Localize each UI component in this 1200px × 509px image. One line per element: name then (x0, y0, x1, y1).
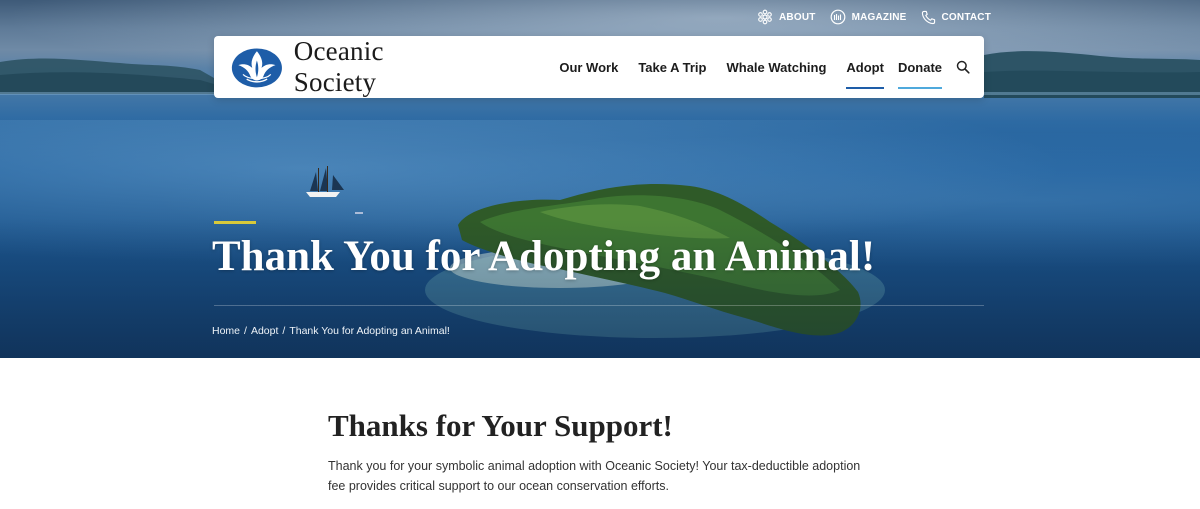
breadcrumb-current: Thank You for Adopting an Animal! (289, 325, 450, 337)
sailboat-illustration (306, 166, 344, 197)
breadcrumb: Home / Adopt / Thank You for Adopting an Ani… (212, 325, 450, 337)
site-logo[interactable]: Oceanic Society (230, 36, 460, 97)
utility-about-label: ABOUT (779, 11, 816, 23)
utility-magazine-label: MAGAZINE (851, 11, 907, 23)
page-title: Thank You for Adopting an Animal! (212, 233, 876, 280)
utility-contact-label: CONTACT (941, 11, 992, 23)
about-icon (758, 9, 772, 25)
hero-accent-bar (214, 221, 256, 224)
breadcrumb-home[interactable]: Home (212, 325, 240, 337)
search-icon (956, 60, 970, 74)
breadcrumb-adopt[interactable]: Adopt (251, 325, 278, 337)
main-nav-bar: Oceanic Society Our Work Take A Trip Wha… (214, 36, 984, 98)
search-button[interactable] (956, 60, 970, 74)
breadcrumb-separator: / (244, 325, 247, 337)
hero-banner: ABOUT MAGAZINE CONTACT Oceanic Society O… (0, 0, 1200, 358)
breadcrumb-separator: / (282, 325, 286, 337)
primary-menu: Our Work Take A Trip Whale Watching Adop… (559, 36, 970, 98)
nav-item-take-a-trip[interactable]: Take A Trip (638, 54, 706, 81)
utility-contact-link[interactable]: CONTACT (921, 10, 992, 25)
nav-item-our-work[interactable]: Our Work (559, 54, 618, 81)
content-heading: Thanks for Your Support! (328, 408, 673, 443)
nav-item-donate[interactable]: Donate (897, 54, 943, 89)
utility-nav: ABOUT MAGAZINE CONTACT (757, 9, 991, 25)
oceanic-society-logo-icon (231, 48, 282, 88)
content-body-text: Thank you for your symbolic animal adopt… (328, 459, 861, 493)
magazine-icon (830, 9, 845, 25)
phone-icon (921, 10, 935, 24)
nav-item-adopt[interactable]: Adopt (846, 54, 884, 89)
utility-magazine-link[interactable]: MAGAZINE (830, 9, 907, 25)
hero-divider (214, 305, 984, 306)
nav-item-whale-watching[interactable]: Whale Watching (726, 54, 826, 81)
utility-about-link[interactable]: ABOUT (757, 9, 816, 25)
site-logo-text: Oceanic Society (293, 36, 384, 97)
